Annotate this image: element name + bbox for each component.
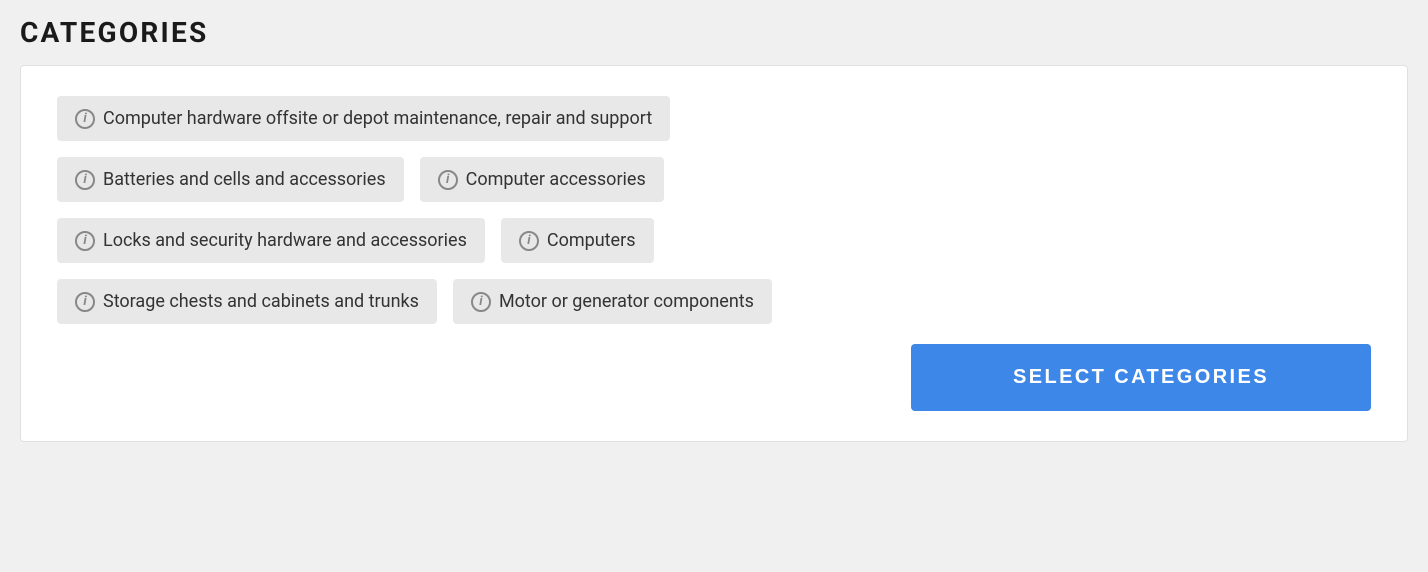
- category-tag-locks[interactable]: i Locks and security hardware and access…: [57, 218, 485, 263]
- category-label: Batteries and cells and accessories: [103, 169, 386, 190]
- select-categories-button[interactable]: SELECT CATEGORIES: [911, 344, 1371, 411]
- button-row: SELECT CATEGORIES: [57, 344, 1371, 411]
- category-tag-computer-accessories[interactable]: i Computer accessories: [420, 157, 664, 202]
- info-icon[interactable]: i: [519, 231, 539, 251]
- categories-row-3: i Locks and security hardware and access…: [57, 218, 1371, 263]
- category-tag-storage[interactable]: i Storage chests and cabinets and trunks: [57, 279, 437, 324]
- info-icon[interactable]: i: [438, 170, 458, 190]
- categories-row-2: i Batteries and cells and accessories i …: [57, 157, 1371, 202]
- page-title: CATEGORIES: [20, 16, 1408, 49]
- category-tag-computers[interactable]: i Computers: [501, 218, 654, 263]
- info-icon[interactable]: i: [75, 109, 95, 129]
- page-container: CATEGORIES i Computer hardware offsite o…: [0, 0, 1428, 572]
- category-label: Computer accessories: [466, 169, 646, 190]
- categories-grid: i Computer hardware offsite or depot mai…: [57, 96, 1371, 324]
- category-label: Motor or generator components: [499, 291, 754, 312]
- category-label: Computers: [547, 230, 636, 251]
- info-icon[interactable]: i: [75, 170, 95, 190]
- category-label: Locks and security hardware and accessor…: [103, 230, 467, 251]
- info-icon[interactable]: i: [75, 231, 95, 251]
- categories-row-1: i Computer hardware offsite or depot mai…: [57, 96, 1371, 141]
- categories-card: i Computer hardware offsite or depot mai…: [20, 65, 1408, 442]
- categories-row-4: i Storage chests and cabinets and trunks…: [57, 279, 1371, 324]
- info-icon[interactable]: i: [471, 292, 491, 312]
- category-label: Computer hardware offsite or depot maint…: [103, 108, 652, 129]
- category-tag-maintenance[interactable]: i Computer hardware offsite or depot mai…: [57, 96, 670, 141]
- category-tag-batteries[interactable]: i Batteries and cells and accessories: [57, 157, 404, 202]
- category-label: Storage chests and cabinets and trunks: [103, 291, 419, 312]
- category-tag-motor[interactable]: i Motor or generator components: [453, 279, 772, 324]
- info-icon[interactable]: i: [75, 292, 95, 312]
